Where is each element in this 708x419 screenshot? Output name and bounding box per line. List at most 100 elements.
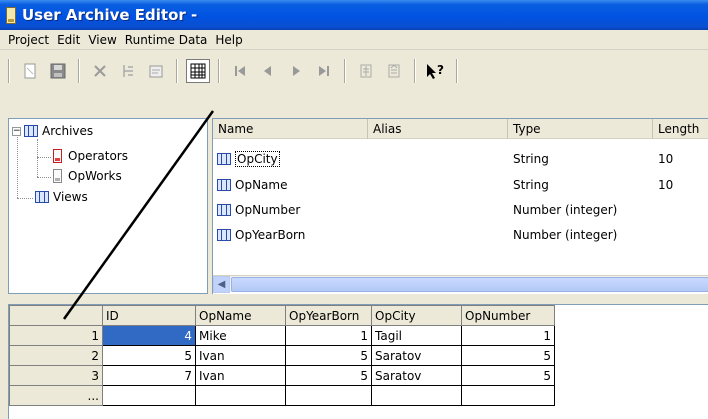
list-item[interactable]: OpNumber Number (integer)	[213, 200, 708, 220]
cell-opname[interactable]: Ivan	[195, 365, 286, 386]
cell-opcity[interactable]	[371, 385, 462, 406]
cell-id[interactable]: 5	[102, 345, 196, 366]
first-record-icon[interactable]	[228, 59, 252, 83]
column-header-opname[interactable]: OpName	[195, 305, 286, 326]
list-item[interactable]: OpName String 10	[213, 175, 708, 195]
archive-tree[interactable]: − Archives Operators OpWorks Views	[8, 118, 208, 294]
field-length: 10	[658, 152, 674, 166]
window-title: User Archive Editor -	[22, 6, 198, 24]
menu-edit[interactable]: Edit	[53, 33, 84, 47]
grid-corner[interactable]	[9, 305, 103, 326]
field-name: OpCity	[235, 151, 280, 167]
toolbar-separator	[456, 59, 458, 83]
archive-table-icon	[53, 149, 62, 163]
toolbar-separator	[78, 59, 80, 83]
field-type: String	[513, 178, 549, 192]
horizontal-scrollbar[interactable]: ◀	[213, 275, 708, 293]
list-item[interactable]: OpCity String 10	[213, 149, 708, 169]
new-icon[interactable]	[18, 59, 42, 83]
cell-opnumber[interactable]: 1	[461, 325, 555, 346]
new-row-marker[interactable]: ...	[9, 385, 103, 406]
tree-node-views[interactable]: Views	[35, 190, 88, 204]
column-header-length[interactable]: Length	[653, 119, 708, 139]
pane-splitter[interactable]	[0, 294, 708, 304]
cell-opyearborn[interactable]: 5	[285, 345, 372, 366]
cell-opname[interactable]	[195, 385, 286, 406]
cell-opcity[interactable]: Tagil	[371, 325, 462, 346]
column-header-opcity[interactable]: OpCity	[371, 305, 462, 326]
cell-opyearborn[interactable]: 1	[285, 325, 372, 346]
archive-table-icon	[53, 169, 62, 183]
field-name: OpNumber	[235, 203, 301, 217]
data-grid[interactable]: ID OpName OpYearBorn OpCity OpNumber 1 4…	[8, 304, 708, 419]
cell-opnumber[interactable]: 5	[461, 365, 555, 386]
previous-record-icon[interactable]	[256, 59, 280, 83]
table-row[interactable]: 3 7 Ivan 5 Saratov 5	[9, 365, 555, 386]
menu-help[interactable]: Help	[211, 33, 246, 47]
save-icon[interactable]	[46, 59, 70, 83]
table-row-new[interactable]: ...	[9, 385, 555, 406]
cell-opname[interactable]: Mike	[195, 325, 286, 346]
last-record-icon[interactable]	[312, 59, 336, 83]
data-table: ID OpName OpYearBorn OpCity OpNumber 1 4…	[9, 305, 555, 406]
field-length: 10	[658, 178, 674, 192]
cell-opnumber[interactable]	[461, 385, 555, 406]
column-header-opyearborn[interactable]: OpYearBorn	[285, 305, 372, 326]
scroll-left-icon[interactable]: ◀	[213, 276, 230, 293]
table-row[interactable]: 2 5 Ivan 5 Saratov 5	[9, 345, 555, 366]
toolbar-separator	[8, 59, 10, 83]
column-header-alias[interactable]: Alias	[368, 119, 508, 139]
tree-node-operators[interactable]: Operators	[53, 149, 128, 163]
properties-icon[interactable]	[144, 59, 168, 83]
toolbar-separator	[414, 59, 416, 83]
cell-opnumber[interactable]: 5	[461, 345, 555, 366]
column-header-id[interactable]: ID	[102, 305, 196, 326]
menu-runtime-data[interactable]: Runtime Data	[121, 33, 212, 47]
cell-id[interactable]: 7	[102, 365, 196, 386]
table-view-icon[interactable]	[186, 59, 210, 83]
field-type: Number (integer)	[513, 228, 618, 242]
tree-node-opworks[interactable]: OpWorks	[53, 169, 122, 183]
tree-label-views: Views	[53, 190, 88, 204]
cell-id[interactable]	[102, 385, 196, 406]
list-item[interactable]: OpYearBorn Number (integer)	[213, 225, 708, 245]
field-list[interactable]: Name Alias Type Length OpCity String 10 …	[212, 118, 708, 294]
field-name: OpName	[235, 178, 288, 192]
tree-label-opworks: OpWorks	[68, 169, 122, 183]
menu-view[interactable]: View	[84, 33, 120, 47]
cut-icon[interactable]	[116, 59, 140, 83]
views-icon	[35, 191, 49, 203]
app-icon	[6, 6, 16, 24]
cell-opname[interactable]: Ivan	[195, 345, 286, 366]
field-type: String	[513, 152, 549, 166]
table-row[interactable]: 1 4 Mike 1 Tagil 1	[9, 325, 555, 346]
cell-id[interactable]: 4	[102, 325, 196, 346]
column-header-opnumber[interactable]: OpNumber	[461, 305, 555, 326]
row-header[interactable]: 1	[9, 325, 103, 346]
next-record-icon[interactable]	[284, 59, 308, 83]
export-icon[interactable]	[382, 59, 406, 83]
row-header[interactable]: 3	[9, 365, 103, 386]
delete-icon[interactable]	[88, 59, 112, 83]
toolbar: ?	[0, 50, 708, 114]
tree-node-archives[interactable]: − Archives	[12, 124, 93, 138]
cell-opcity[interactable]: Saratov	[371, 365, 462, 386]
cell-opyearborn[interactable]	[285, 385, 372, 406]
context-help-icon[interactable]: ?	[424, 59, 448, 83]
scroll-thumb[interactable]	[231, 277, 708, 292]
column-header-name[interactable]: Name	[213, 119, 368, 139]
svg-text:?: ?	[437, 63, 444, 77]
field-icon	[217, 229, 231, 241]
toolbar-separator	[218, 59, 220, 83]
toolbar-separator	[344, 59, 346, 83]
archive-folder-icon	[24, 125, 38, 137]
cell-opyearborn[interactable]: 5	[285, 365, 372, 386]
collapse-icon[interactable]: −	[12, 126, 21, 136]
column-header-type[interactable]: Type	[508, 119, 653, 139]
grid-header-row: ID OpName OpYearBorn OpCity OpNumber	[9, 305, 555, 326]
row-header[interactable]: 2	[9, 345, 103, 366]
menu-project[interactable]: Project	[4, 33, 53, 47]
cell-opcity[interactable]: Saratov	[371, 345, 462, 366]
field-list-header: Name Alias Type Length	[213, 119, 708, 139]
import-icon[interactable]	[354, 59, 378, 83]
